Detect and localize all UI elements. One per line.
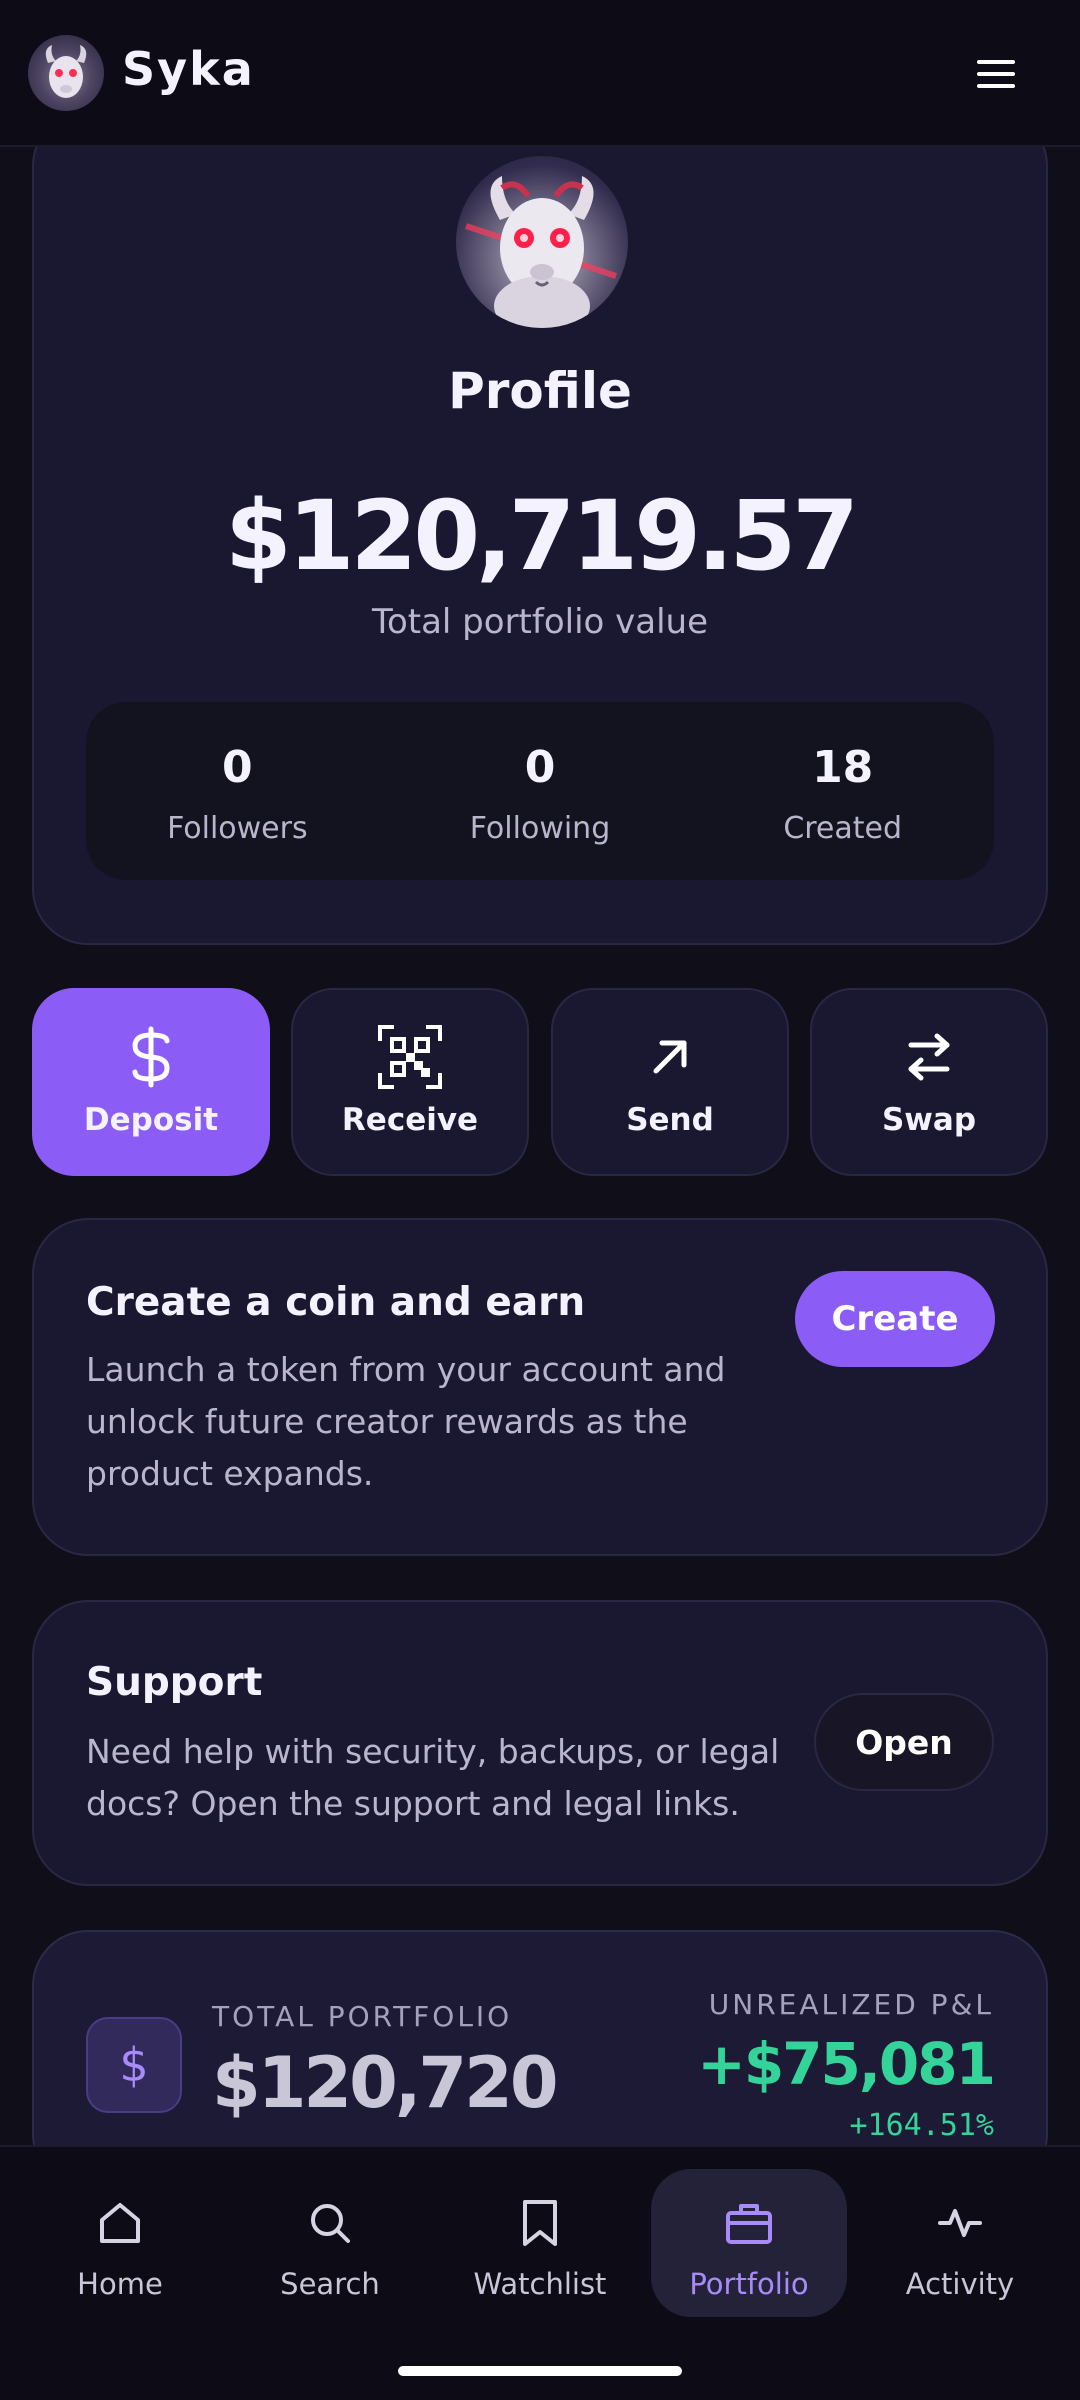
app-brand-name: Syka: [122, 42, 255, 96]
action-label: Deposit: [83, 1102, 219, 1138]
menu-icon-line: [977, 60, 1015, 64]
activity-icon: [862, 2195, 1058, 2251]
arrow-up-right-icon: [553, 1024, 787, 1090]
swap-arrows-icon: [812, 1024, 1046, 1090]
stat-label: Followers: [167, 811, 308, 846]
create-coin-description: Launch a token from your account and unl…: [86, 1350, 726, 1493]
home-icon: [22, 2195, 218, 2251]
stat-label: Following: [469, 811, 611, 846]
portfolio-dollar-icon: $: [86, 2017, 182, 2113]
nav-item-activity[interactable]: Activity: [862, 2169, 1058, 2317]
stat-followers[interactable]: 0 Followers: [86, 702, 389, 880]
create-coin-title: Create a coin and earn: [86, 1280, 586, 1325]
unrealized-pnl-percent: +164.51%: [849, 2108, 995, 2143]
action-label: Receive: [341, 1102, 479, 1138]
support-open-button[interactable]: Open: [814, 1693, 994, 1791]
hamburger-menu-button[interactable]: [960, 48, 1032, 100]
stat-following[interactable]: 0 Following: [389, 702, 692, 880]
menu-icon-line: [977, 84, 1015, 88]
app-logo[interactable]: [28, 35, 104, 111]
total-portfolio-label: TOTAL PORTFOLIO: [212, 2000, 513, 2033]
deposit-button[interactable]: Deposit: [32, 988, 270, 1176]
search-icon: [232, 2195, 428, 2251]
nav-label: Home: [77, 2267, 163, 2301]
swap-button[interactable]: Swap: [810, 988, 1048, 1176]
total-portfolio-amount: $120,720: [212, 2042, 559, 2124]
nav-label: Portfolio: [689, 2267, 809, 2301]
nav-label: Watchlist: [473, 2267, 607, 2301]
profile-avatar[interactable]: [456, 156, 628, 328]
stat-created[interactable]: 18 Created: [691, 702, 994, 880]
send-button[interactable]: Send: [551, 988, 789, 1176]
unrealized-pnl-value: +$75,081: [697, 2030, 996, 2098]
nav-item-search[interactable]: Search: [232, 2169, 428, 2317]
briefcase-icon: [651, 2195, 847, 2251]
create-coin-button[interactable]: Create: [795, 1271, 995, 1367]
nav-item-home[interactable]: Home: [22, 2169, 218, 2317]
qr-code-icon: [293, 1024, 527, 1090]
total-portfolio-value: $120,719.57: [224, 480, 859, 592]
action-label: Send: [626, 1102, 714, 1138]
bookmark-icon: [442, 2195, 638, 2251]
profile-stats: 0 Followers 0 Following 18 Created: [86, 702, 994, 880]
total-portfolio-value-label: Total portfolio value: [371, 602, 709, 642]
stat-value: 0: [222, 742, 253, 793]
bottom-navigation: Home Search Watchlist Portfolio Activity: [0, 2145, 1080, 2400]
menu-icon-line: [977, 72, 1015, 76]
support-title: Support: [86, 1660, 263, 1705]
dollar-icon: [34, 1024, 268, 1090]
profile-title: Profile: [448, 362, 632, 420]
stat-value: 18: [812, 742, 874, 793]
action-label: Swap: [881, 1102, 977, 1138]
unrealized-pnl-label: UNREALIZED P&L: [708, 1988, 994, 2021]
nav-item-watchlist[interactable]: Watchlist: [442, 2169, 638, 2317]
nav-item-portfolio[interactable]: Portfolio: [651, 2169, 847, 2317]
home-indicator[interactable]: [398, 2366, 682, 2376]
support-description: Need help with security, backups, or leg…: [86, 1732, 780, 1823]
stat-label: Created: [783, 811, 903, 846]
stat-value: 0: [524, 742, 556, 793]
nav-label: Search: [280, 2267, 380, 2301]
receive-button[interactable]: Receive: [291, 988, 529, 1176]
nav-label: Activity: [905, 2267, 1015, 2301]
app-header: Syka: [0, 0, 1080, 147]
